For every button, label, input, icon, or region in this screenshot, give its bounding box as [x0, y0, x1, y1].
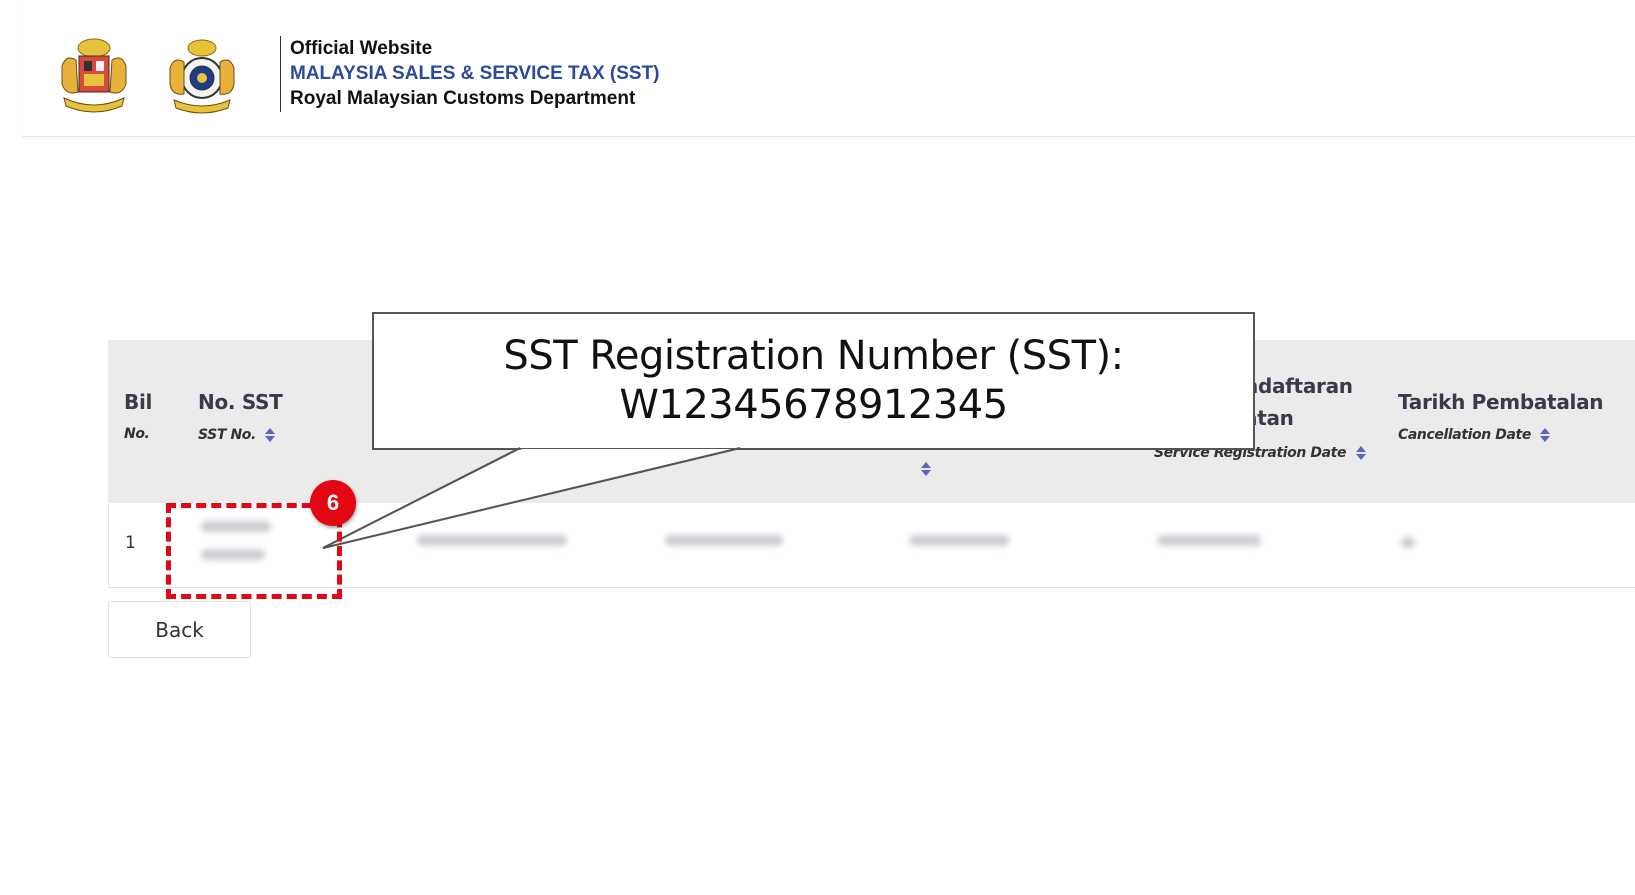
col-cancel-subheader[interactable]: Cancellation Date	[1398, 426, 1551, 444]
callout-title: SST Registration Number (SST):	[503, 333, 1124, 379]
redacted-service-registration-date	[1157, 535, 1261, 546]
site-title-sst: MALAYSIA SALES & SERVICE TAX (SST)	[290, 63, 660, 84]
site-title-department: Royal Malaysian Customs Department	[290, 88, 636, 109]
sort-icon[interactable]	[264, 426, 276, 444]
col-bil-header: Bil	[124, 390, 153, 414]
redacted-sales-registration-date	[909, 535, 1009, 546]
col-sst-subheader-label: SST No.	[198, 427, 256, 443]
cell-bil: 1	[125, 533, 136, 553]
sort-icon[interactable]	[1355, 444, 1367, 462]
col-sst-subheader[interactable]: SST No.	[198, 426, 276, 444]
customs-department-crest-logo	[169, 39, 235, 114]
header-divider	[280, 36, 281, 112]
col-cancel-subheader-label: Cancellation Date	[1398, 427, 1531, 443]
malaysia-coat-of-arms-logo	[61, 38, 127, 113]
redacted-cancellation-date	[1401, 537, 1415, 548]
callout-sst-number: W12345678912345	[619, 382, 1008, 428]
col-service-reg-header-a: ndaftaran	[1244, 374, 1353, 398]
step-number-badge: 6	[310, 480, 356, 526]
site-header: Official Website MALAYSIA SALES & SERVIC…	[22, 0, 1635, 137]
back-button[interactable]: Back	[108, 601, 251, 658]
site-title-official: Official Website	[290, 38, 433, 59]
col-sst-header: No. SST	[198, 390, 283, 414]
redacted-trade-name	[665, 535, 783, 546]
sort-icon[interactable]	[920, 460, 932, 478]
site-title-block: Official Website MALAYSIA SALES & SERVIC…	[290, 36, 660, 111]
sst-number-callout: SST Registration Number (SST): W12345678…	[372, 312, 1255, 450]
col-cancel-header: Tarikh Pembatalan	[1398, 390, 1604, 414]
sort-icon[interactable]	[1539, 426, 1551, 444]
redacted-business-name	[417, 535, 567, 546]
col-bil-subheader: No.	[124, 426, 150, 442]
